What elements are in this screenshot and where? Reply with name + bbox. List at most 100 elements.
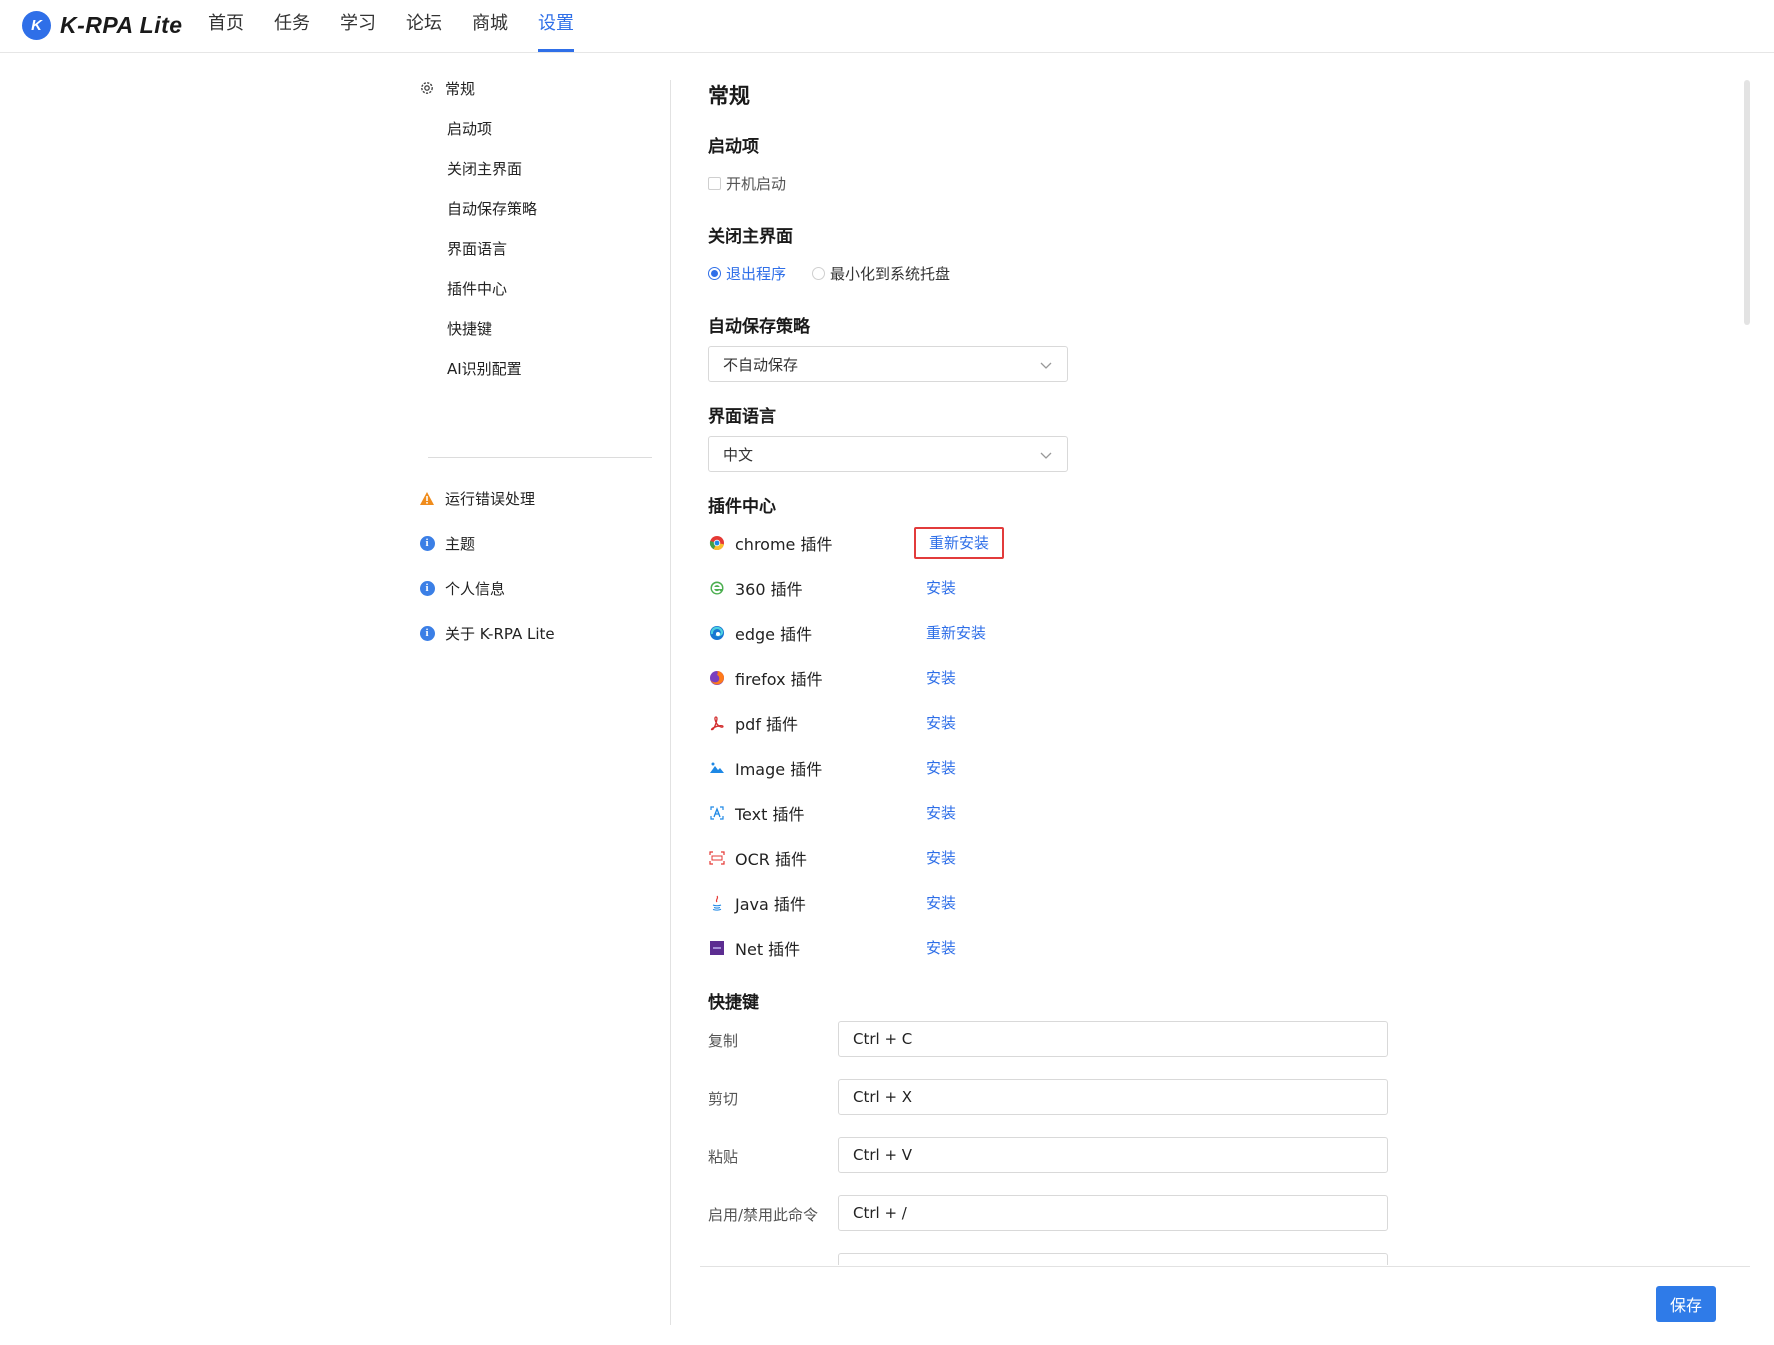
chevron-down-icon — [1040, 452, 1052, 459]
info-icon: i — [419, 535, 435, 551]
shortcut-label: 启用/禁用此命令 — [708, 1206, 819, 1224]
autosave-select[interactable]: 不自动保存 — [708, 346, 1068, 382]
gear-icon — [418, 79, 436, 97]
sidebar-item-label: 主题 — [445, 534, 476, 553]
sidebar-item-plugins[interactable]: 插件中心 — [418, 268, 507, 308]
plugin-name: pdf 插件 — [735, 715, 799, 734]
firefox-install-button[interactable]: 安装 — [926, 663, 956, 693]
section-language-heading: 界面语言 — [708, 407, 776, 427]
minimize-tray-label: 最小化到系统托盘 — [830, 265, 951, 283]
chrome-icon — [708, 534, 726, 552]
section-shortcuts-heading: 快捷键 — [708, 993, 759, 1013]
section-startup-heading: 启动项 — [708, 137, 759, 157]
plugin-name: 360 插件 — [735, 580, 803, 599]
language-select[interactable]: 中文 — [708, 436, 1068, 472]
logo-badge-icon: K — [22, 11, 51, 40]
nav-tasks[interactable]: 任务 — [274, 0, 310, 53]
edge-reinstall-button[interactable]: 重新安装 — [926, 618, 986, 648]
sidebar-separator — [670, 80, 671, 1325]
exit-program-label: 退出程序 — [726, 265, 787, 283]
pdf-install-button[interactable]: 安装 — [926, 708, 956, 738]
ocr-install-button[interactable]: 安装 — [926, 843, 956, 873]
main-nav: 首页 任务 学习 论坛 商城 设置 — [208, 0, 604, 53]
plugin-row: OCR 插件 安装 — [708, 843, 1108, 873]
section-plugins-heading: 插件中心 — [708, 497, 776, 517]
autosave-select-value: 不自动保存 — [723, 355, 799, 374]
sidebar-item-startup[interactable]: 启动项 — [418, 108, 492, 148]
sidebar-item-autosave[interactable]: 自动保存策略 — [418, 188, 537, 228]
paste-shortcut-input[interactable]: Ctrl + V — [838, 1137, 1388, 1173]
360-browser-icon — [708, 579, 726, 597]
text-icon — [708, 804, 726, 822]
sidebar-item-close-main[interactable]: 关闭主界面 — [418, 148, 522, 188]
plugin-name: edge 插件 — [735, 625, 813, 644]
sidebar-item-ai-config[interactable]: AI识别配置 — [418, 348, 522, 388]
section-autosave-heading: 自动保存策略 — [708, 317, 810, 337]
net-icon — [708, 939, 726, 957]
copy-shortcut-input[interactable]: Ctrl + C — [838, 1021, 1388, 1057]
nav-forum[interactable]: 论坛 — [406, 0, 442, 53]
plugin-name: chrome 插件 — [735, 535, 833, 554]
sidebar-item-label: 个人信息 — [445, 579, 506, 598]
next-shortcut-input[interactable] — [838, 1253, 1388, 1265]
image-icon — [708, 759, 726, 777]
plugin-name: Image 插件 — [735, 760, 823, 779]
plugin-row: pdf 插件 安装 — [708, 708, 1108, 738]
sidebar-divider — [428, 457, 652, 458]
sidebar-item-about[interactable]: i 关于 K-RPA Lite — [418, 613, 555, 653]
plugin-row: chrome 插件 重新安装 — [708, 527, 1108, 559]
plugin-name: Net 插件 — [735, 940, 801, 959]
text-install-button[interactable]: 安装 — [926, 798, 956, 828]
sidebar-item-error-handling[interactable]: 运行错误处理 — [418, 478, 535, 518]
shortcut-label: 复制 — [708, 1032, 739, 1050]
save-button[interactable]: 保存 — [1656, 1286, 1716, 1322]
section-close-main-heading: 关闭主界面 — [708, 227, 793, 247]
sidebar-item-label: 关于 K-RPA Lite — [445, 624, 555, 643]
sidebar-item-general[interactable]: 常规 — [418, 68, 475, 108]
plugin-row: firefox 插件 安装 — [708, 663, 1108, 693]
pdf-icon — [708, 714, 726, 732]
app-logo[interactable]: K K-RPA Lite — [22, 11, 183, 40]
warning-icon — [418, 489, 436, 507]
sidebar-item-shortcuts[interactable]: 快捷键 — [418, 308, 492, 348]
plugin-row: 360 插件 安装 — [708, 573, 1108, 603]
ocr-icon — [708, 849, 726, 867]
boot-startup-label: 开机启动 — [726, 175, 787, 193]
sidebar-item-profile[interactable]: i 个人信息 — [418, 568, 505, 608]
sidebar-item-language[interactable]: 界面语言 — [418, 228, 507, 268]
plugin-row: Text 插件 安装 — [708, 798, 1108, 828]
nav-settings[interactable]: 设置 — [538, 0, 574, 53]
sidebar-item-theme[interactable]: i 主题 — [418, 523, 475, 563]
plugin-name: Java 插件 — [735, 895, 806, 914]
shortcut-label: 粘贴 — [708, 1148, 739, 1166]
sidebar-item-label: 运行错误处理 — [445, 489, 536, 508]
plugin-row: Java 插件 安装 — [708, 888, 1108, 918]
minimize-tray-radio[interactable] — [812, 267, 826, 280]
exit-program-radio[interactable] — [708, 267, 721, 280]
plugin-row: edge 插件 重新安装 — [708, 618, 1108, 648]
content-scrollbar[interactable] — [1744, 80, 1750, 325]
chrome-reinstall-button[interactable]: 重新安装 — [914, 527, 1005, 559]
edge-icon — [708, 624, 726, 642]
nav-home[interactable]: 首页 — [208, 0, 244, 53]
plugin-name: OCR 插件 — [735, 850, 807, 869]
java-install-button[interactable]: 安装 — [926, 888, 956, 918]
plugin-row: Net 插件 安装 — [708, 933, 1108, 963]
toggle-command-shortcut-input[interactable]: Ctrl + / — [838, 1195, 1388, 1231]
net-install-button[interactable]: 安装 — [926, 933, 956, 963]
info-icon: i — [419, 580, 435, 596]
cut-shortcut-input[interactable]: Ctrl + X — [838, 1079, 1388, 1115]
plugin-row: Image 插件 安装 — [708, 753, 1108, 783]
firefox-icon — [708, 669, 726, 687]
nav-learn[interactable]: 学习 — [340, 0, 376, 53]
boot-startup-option[interactable]: 开机启动 — [708, 173, 786, 194]
language-select-value: 中文 — [723, 445, 754, 464]
boot-startup-checkbox[interactable] — [708, 177, 721, 190]
close-main-radio-group: 退出程序 最小化到系统托盘 — [708, 263, 950, 284]
java-icon — [708, 894, 726, 912]
360-install-button[interactable]: 安装 — [926, 573, 956, 603]
app-name: K-RPA Lite — [60, 12, 183, 38]
nav-store[interactable]: 商城 — [472, 0, 508, 53]
image-install-button[interactable]: 安装 — [926, 753, 956, 783]
shortcut-label: 剪切 — [708, 1090, 739, 1108]
